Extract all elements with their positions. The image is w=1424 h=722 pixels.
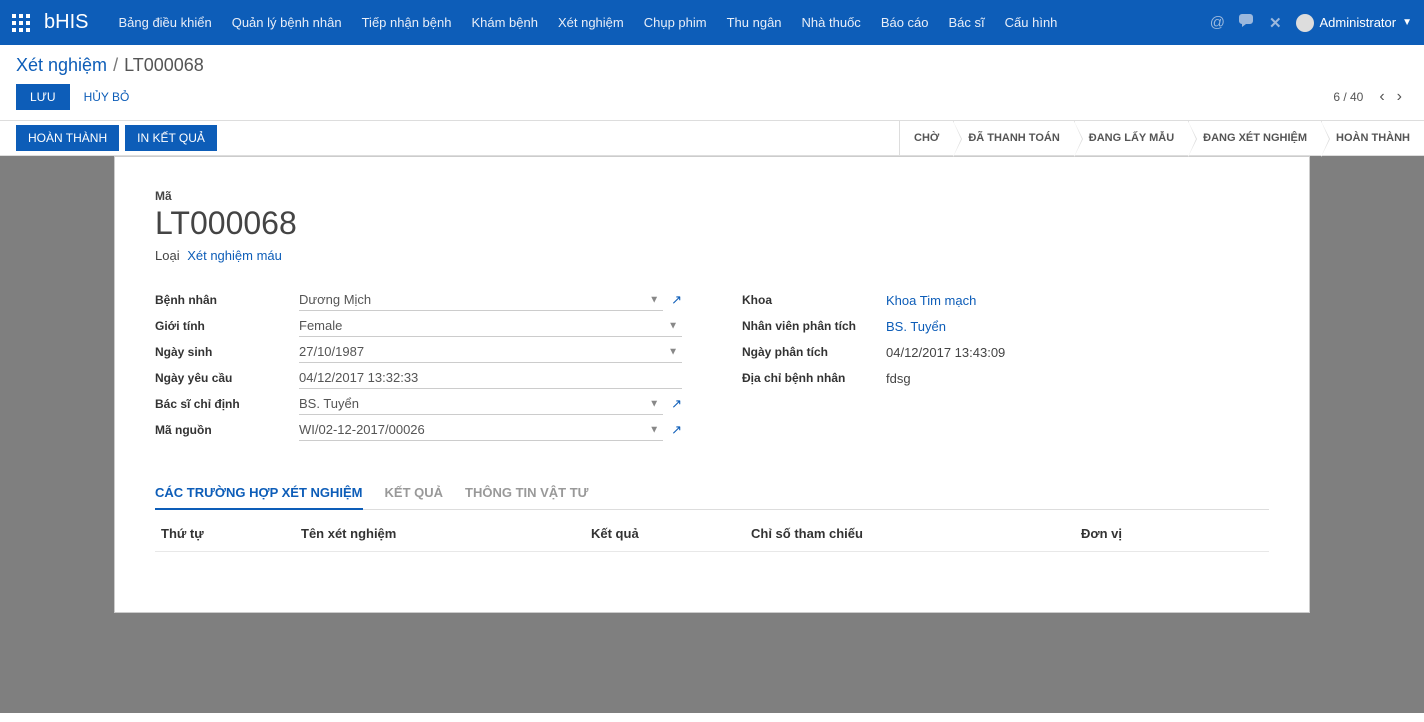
discard-button[interactable]: HỦY BỎ xyxy=(84,90,130,104)
form-sheet: Mã LT000068 Loại Xét nghiệm máu Bệnh nhâ… xyxy=(114,156,1310,613)
content-wrap: Mã LT000068 Loại Xét nghiệm máu Bệnh nhâ… xyxy=(0,156,1424,713)
code-value: LT000068 xyxy=(155,205,1269,242)
stage-waiting[interactable]: CHỜ xyxy=(899,121,953,155)
menu-config[interactable]: Cấu hình xyxy=(995,0,1068,45)
tabs: CÁC TRƯỜNG HỢP XÉT NGHIỆM KẾT QUẢ THÔNG … xyxy=(155,477,1269,510)
patient-input[interactable] xyxy=(299,289,663,311)
user-name: Administrator xyxy=(1320,15,1397,30)
stage-flow: CHỜ ĐÃ THANH TOÁN ĐANG LẤY MẪU ĐANG XÉT … xyxy=(899,121,1424,155)
chat-icon[interactable] xyxy=(1239,14,1255,32)
caret-down-icon: ▼ xyxy=(1402,17,1412,28)
status-actions: HOÀN THÀNH IN KẾT QUẢ xyxy=(0,121,217,155)
stage-sampling[interactable]: ĐANG LẤY MẪU xyxy=(1074,121,1188,155)
user-menu[interactable]: Administrator ▼ xyxy=(1296,14,1412,32)
breadcrumb-sep: / xyxy=(113,55,118,76)
type-link[interactable]: Xét nghiệm máu xyxy=(187,248,282,263)
dept-link[interactable]: Khoa Tim mạch xyxy=(886,293,976,308)
external-link-icon[interactable]: ↗ xyxy=(671,396,682,412)
gender-label: Giới tính xyxy=(155,319,299,333)
tab-result[interactable]: KẾT QUẢ xyxy=(385,477,444,509)
pager-prev-icon[interactable]: ‹ xyxy=(1373,84,1390,110)
type-row: Loại Xét nghiệm máu xyxy=(155,248,1269,263)
menu-cashier[interactable]: Thu ngân xyxy=(717,0,792,45)
dob-input[interactable] xyxy=(299,341,682,363)
stage-testing[interactable]: ĐANG XÉT NGHIỆM xyxy=(1188,121,1321,155)
src-label: Mã nguồn xyxy=(155,423,299,437)
pager-next-icon[interactable]: › xyxy=(1391,84,1408,110)
addr-label: Địa chỉ bệnh nhân xyxy=(742,371,886,385)
menu-report[interactable]: Báo cáo xyxy=(871,0,939,45)
patient-label: Bệnh nhân xyxy=(155,293,299,307)
save-button[interactable]: LƯU xyxy=(16,84,70,110)
menu-imaging[interactable]: Chụp phim xyxy=(634,0,717,45)
menu-pharmacy[interactable]: Nhà thuốc xyxy=(792,0,871,45)
pager-text: 6 / 40 xyxy=(1333,90,1363,104)
dob-label: Ngày sinh xyxy=(155,345,299,359)
col-right: Khoa Khoa Tim mạch Nhân viên phân tích B… xyxy=(742,287,1269,443)
analyzedate-label: Ngày phân tích xyxy=(742,345,886,359)
brand[interactable]: bHIS xyxy=(44,11,88,34)
breadcrumb-module[interactable]: Xét nghiệm xyxy=(16,55,107,76)
nav-right: @ ✕ Administrator ▼ xyxy=(1210,14,1412,32)
type-label: Loại xyxy=(155,248,180,263)
doctor-label: Bác sĩ chỉ định xyxy=(155,397,299,411)
print-result-button[interactable]: IN KẾT QUẢ xyxy=(125,125,217,151)
src-input[interactable] xyxy=(299,419,663,441)
th-result: Kết quả xyxy=(591,526,751,541)
th-unit: Đơn vị xyxy=(1081,526,1263,541)
analyst-link[interactable]: BS. Tuyển xyxy=(886,319,946,334)
reqdate-input[interactable] xyxy=(299,367,682,389)
apps-grid-icon[interactable] xyxy=(12,14,30,32)
addr-value: fdsg xyxy=(886,371,911,386)
action-row: LƯU HỦY BỎ 6 / 40 ‹ › xyxy=(0,80,1424,120)
mail-icon[interactable]: @ xyxy=(1210,14,1225,31)
cases-table: Thứ tự Tên xét nghiệm Kết quả Chỉ số tha… xyxy=(155,516,1269,552)
analyzedate-value: 04/12/2017 13:43:09 xyxy=(886,345,1005,360)
breadcrumb-current: LT000068 xyxy=(124,55,204,76)
menu-lab[interactable]: Xét nghiệm xyxy=(548,0,634,45)
doctor-input[interactable] xyxy=(299,393,663,415)
external-link-icon[interactable]: ↗ xyxy=(671,422,682,438)
stage-paid[interactable]: ĐÃ THANH TOÁN xyxy=(953,121,1073,155)
analyst-label: Nhân viên phân tích xyxy=(742,319,886,333)
tab-material[interactable]: THÔNG TIN VẬT TƯ xyxy=(465,477,588,509)
tab-cases[interactable]: CÁC TRƯỜNG HỢP XÉT NGHIỆM xyxy=(155,477,363,510)
complete-button[interactable]: HOÀN THÀNH xyxy=(16,125,119,151)
menu-patients[interactable]: Quản lý bệnh nhân xyxy=(222,0,352,45)
table-header: Thứ tự Tên xét nghiệm Kết quả Chỉ số tha… xyxy=(155,516,1269,552)
menu-dashboard[interactable]: Bảng điều khiển xyxy=(108,0,221,45)
main-menu: Bảng điều khiển Quản lý bệnh nhân Tiếp n… xyxy=(108,0,1209,45)
status-bar: HOÀN THÀNH IN KẾT QUẢ CHỜ ĐÃ THANH TOÁN … xyxy=(0,120,1424,156)
breadcrumb: Xét nghiệm / LT000068 xyxy=(0,45,1424,80)
stage-done[interactable]: HOÀN THÀNH xyxy=(1321,121,1424,155)
reqdate-label: Ngày yêu cầu xyxy=(155,371,299,385)
code-label: Mã xyxy=(155,189,1269,203)
avatar-icon xyxy=(1296,14,1314,32)
pager: 6 / 40 ‹ › xyxy=(1333,84,1408,110)
dept-label: Khoa xyxy=(742,293,886,307)
form-columns: Bệnh nhân ▼ ↗ Giới tính ▼ xyxy=(155,287,1269,443)
close-icon[interactable]: ✕ xyxy=(1269,14,1282,32)
th-ref: Chỉ số tham chiếu xyxy=(751,526,1081,541)
th-order: Thứ tự xyxy=(161,526,301,541)
external-link-icon[interactable]: ↗ xyxy=(671,292,682,308)
menu-exam[interactable]: Khám bệnh xyxy=(461,0,548,45)
gender-input[interactable] xyxy=(299,315,682,337)
menu-reception[interactable]: Tiếp nhận bệnh xyxy=(352,0,462,45)
th-name: Tên xét nghiệm xyxy=(301,526,591,541)
menu-doctor[interactable]: Bác sĩ xyxy=(939,0,995,45)
col-left: Bệnh nhân ▼ ↗ Giới tính ▼ xyxy=(155,287,682,443)
top-nav: bHIS Bảng điều khiển Quản lý bệnh nhân T… xyxy=(0,0,1424,45)
